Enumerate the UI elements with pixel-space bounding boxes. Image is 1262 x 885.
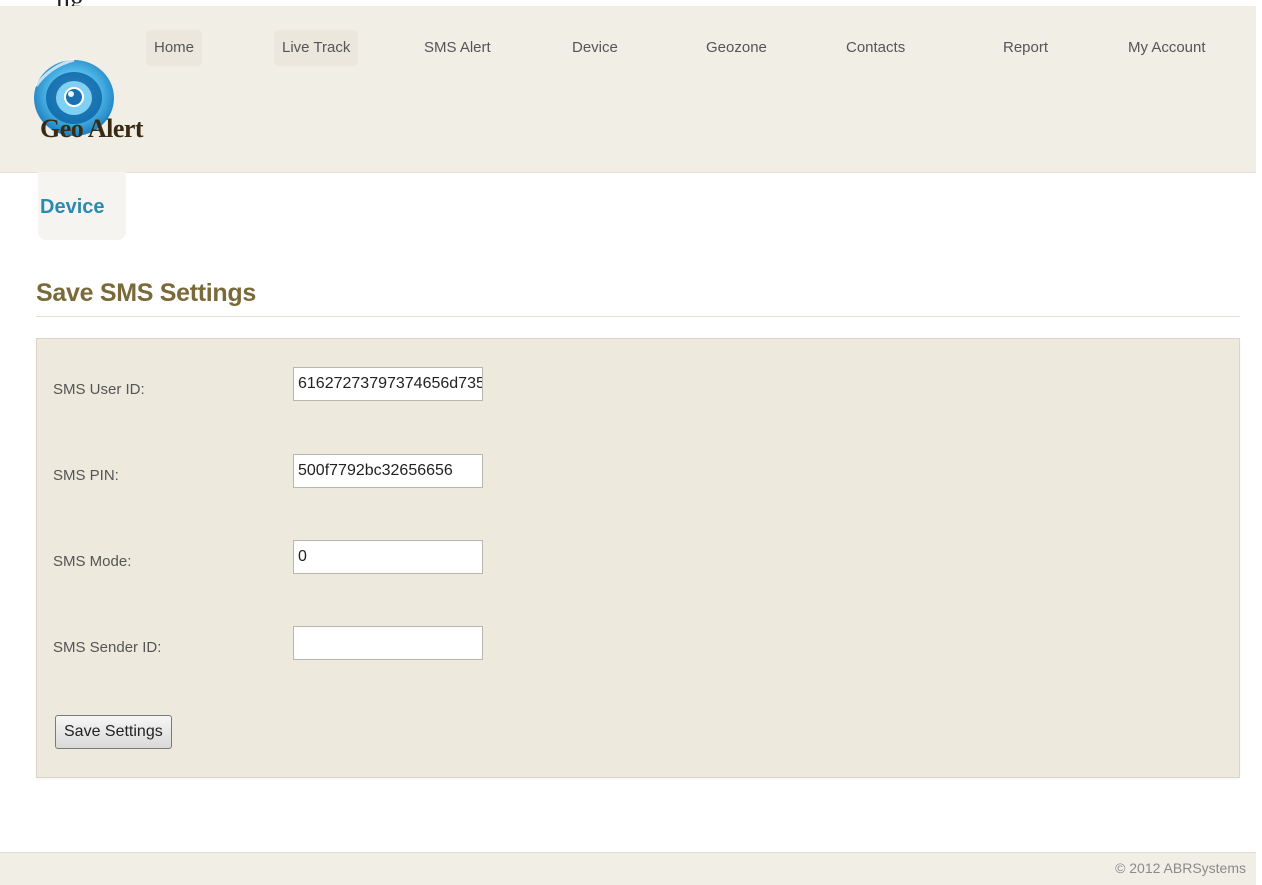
nav-home[interactable]: Home	[146, 30, 203, 66]
nav-geozone[interactable]: Geozone	[706, 30, 767, 66]
sms-mode-input[interactable]: 0	[293, 540, 483, 574]
nav-my-account[interactable]: My Account	[1128, 30, 1206, 66]
copyright-text: © 2012 ABRSystems	[1115, 860, 1246, 876]
sms-sender-id-label: SMS Sender ID:	[53, 639, 162, 656]
nav-device[interactable]: Device	[572, 30, 618, 66]
page-title: Save SMS Settings	[36, 279, 256, 307]
sms-mode-label: SMS Mode:	[53, 553, 132, 570]
sms-pin-input[interactable]: 500f7792bc32656656	[293, 454, 483, 488]
save-settings-button[interactable]: Save Settings	[55, 715, 172, 749]
section-tab-label: Device	[40, 196, 105, 218]
site-footer: © 2012 ABRSystems	[0, 852, 1256, 885]
sms-settings-form: SMS User ID: 61627273797374656d735 SMS P…	[36, 338, 1240, 778]
nav-contacts[interactable]: Contacts	[846, 30, 905, 66]
nav-live-track[interactable]: Live Track	[274, 30, 359, 66]
site-header: Geo Alert Home Live Track SMS Alert Devi…	[0, 6, 1256, 173]
nav-report[interactable]: Report	[1003, 30, 1048, 66]
sms-pin-label: SMS PIN:	[53, 467, 119, 484]
sms-user-id-label: SMS User ID:	[53, 381, 145, 398]
section-tab-device[interactable]: Device	[38, 172, 126, 240]
title-divider	[36, 316, 1240, 317]
logo-text: Geo Alert	[40, 114, 144, 143]
nav-sms-alert[interactable]: SMS Alert	[424, 30, 491, 66]
sms-sender-id-input[interactable]	[293, 626, 483, 660]
sms-user-id-input[interactable]: 61627273797374656d735	[293, 367, 483, 401]
